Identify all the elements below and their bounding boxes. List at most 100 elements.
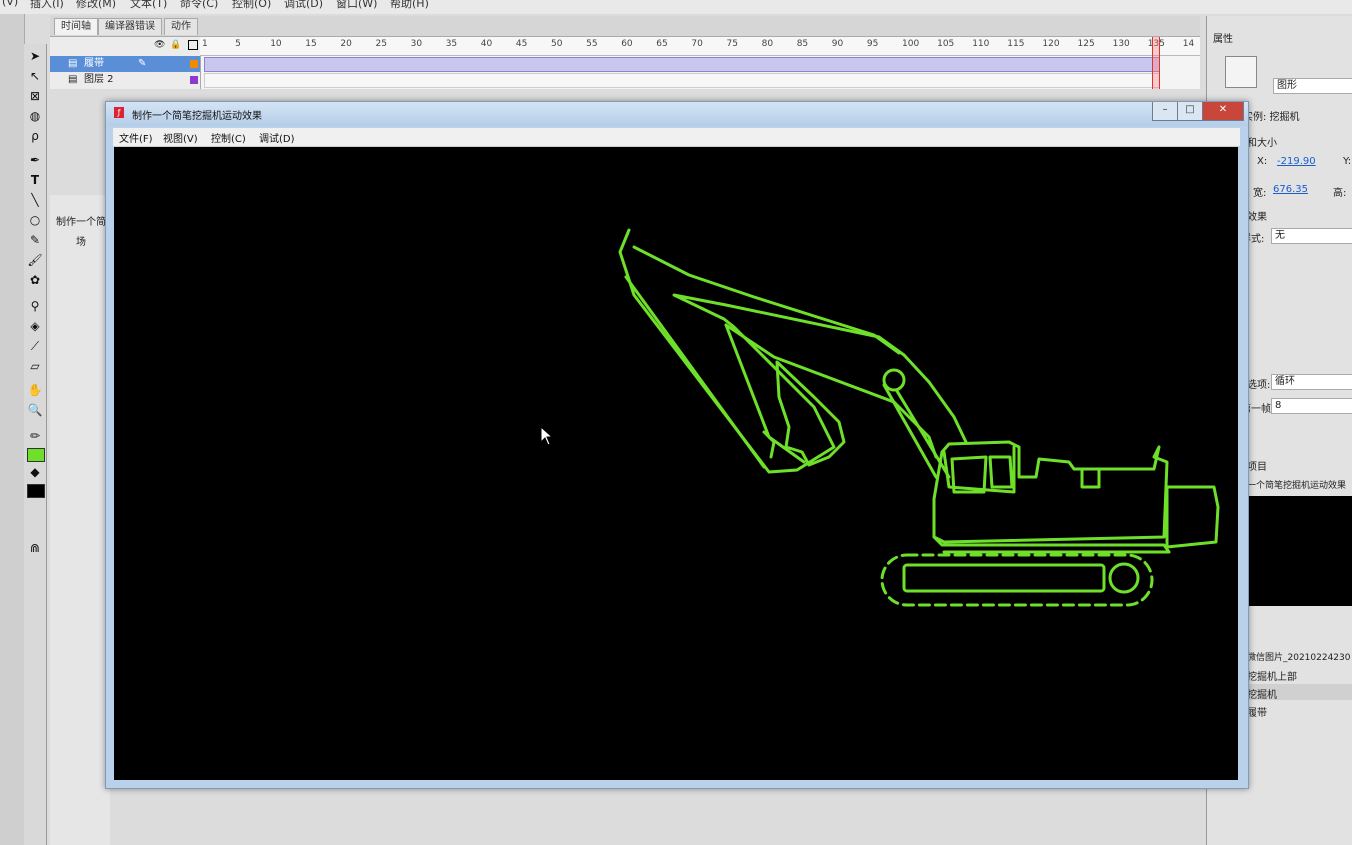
menu-debug[interactable]: 调试(D) xyxy=(284,0,323,11)
tab-actions[interactable]: 动作 xyxy=(164,18,198,35)
library-item[interactable]: 履带 xyxy=(1247,704,1267,719)
height-label: 高: xyxy=(1333,188,1347,199)
playhead[interactable] xyxy=(1152,37,1160,89)
library-preview xyxy=(1247,496,1352,606)
oval-tool-icon[interactable]: ○ xyxy=(26,212,44,228)
ruler-tick-label: 110 xyxy=(972,39,990,49)
player-menubar: 文件(F) 视图(V) 控制(C) 调试(D) xyxy=(113,128,1240,147)
brush-tool-icon[interactable]: 🖌 xyxy=(26,252,44,268)
stroke-color-icon[interactable]: ✏ xyxy=(26,428,44,444)
bone-tool-icon[interactable]: ⚲ xyxy=(26,298,44,314)
layer-name: 履带 xyxy=(84,58,104,69)
symbol-icon xyxy=(1225,56,1257,88)
doc-tab[interactable]: 制作一个简 xyxy=(56,213,106,228)
layer-color-box xyxy=(190,60,198,68)
fill-color-swatch[interactable] xyxy=(27,484,45,498)
layer-row[interactable]: ▤ 图层 2 xyxy=(50,72,200,88)
menu-control[interactable]: 控制(C) xyxy=(211,130,246,145)
x-label: X: xyxy=(1257,156,1268,167)
ruler-tick-label: 25 xyxy=(375,39,387,49)
pencil-tool-icon[interactable]: ✎ xyxy=(26,232,44,248)
eye-icon[interactable]: 👁 xyxy=(154,40,165,50)
loop-option-dropdown[interactable]: 循环 xyxy=(1271,374,1352,390)
ruler-tick-label: 120 xyxy=(1042,39,1060,49)
ruler-tick-label: 125 xyxy=(1077,39,1095,49)
close-button[interactable]: ✕ xyxy=(1202,102,1244,121)
menu-window[interactable]: 窗口(W) xyxy=(336,0,377,11)
frame-ruler: 1 5 10 15 20 25 30 35 40 45 50 55 60 65 70 75 80 85 90 95 10… xyxy=(200,37,1200,56)
first-frame-input[interactable]: 8 xyxy=(1271,398,1352,414)
stroke-color-swatch[interactable] xyxy=(27,448,45,462)
layer-name: 图层 2 xyxy=(84,74,114,85)
ruler-tick-label: 130 xyxy=(1112,39,1130,49)
instance-label: 实例: 挖掘机 xyxy=(1243,112,1300,123)
selection-tool-icon[interactable]: ➤ xyxy=(26,48,44,64)
ruler-tick-label: 55 xyxy=(586,39,598,49)
tab-library[interactable]: 项目 xyxy=(1247,458,1267,473)
eraser-icon[interactable]: ▱ xyxy=(26,358,44,374)
x-value[interactable]: -219.90 xyxy=(1277,156,1316,167)
minimize-button[interactable]: – xyxy=(1152,102,1178,121)
ruler-tick-label: 115 xyxy=(1007,39,1025,49)
layer-list: 👁 🔒 ▤ 履带 ✎ ▤ 图层 2 xyxy=(50,37,201,89)
text-tool-icon[interactable]: T xyxy=(26,172,44,188)
menu-help[interactable]: 帮助(H) xyxy=(390,0,429,11)
player-title: 制作一个简笔挖掘机运动效果 xyxy=(132,111,262,122)
library-doc-dropdown[interactable]: 一个简笔挖掘机运动效果 xyxy=(1247,478,1346,491)
maximize-button[interactable]: □ xyxy=(1177,102,1203,121)
ruler-tick-label: 95 xyxy=(866,39,879,49)
ruler-tick-label: 75 xyxy=(726,39,738,49)
eyedropper-icon[interactable]: ⟋ xyxy=(26,338,44,354)
ruler-tick-label: 70 xyxy=(691,39,703,49)
outline-icon[interactable] xyxy=(188,40,198,50)
loop-option-label: 选项: xyxy=(1247,380,1271,391)
menu-debug[interactable]: 调试(D) xyxy=(259,130,295,145)
tab-properties[interactable]: 属性 xyxy=(1213,30,1233,45)
menu-insert[interactable]: 插入(I) xyxy=(30,0,64,11)
ruler-tick-label: 85 xyxy=(796,39,809,49)
library-item[interactable]: 挖掘机上部 xyxy=(1247,668,1297,683)
lock-icon[interactable]: 🔒 xyxy=(170,40,181,50)
menu-view[interactable]: (V) xyxy=(2,0,18,8)
toolbox: ➤ ↖ ⊠ ◍ ρ ✒ T ╲ ○ ✎ 🖌 ✿ ⚲ ◈ ⟋ ▱ ✋ 🔍 ✏ ◆ … xyxy=(24,44,47,845)
frame-span-layer1[interactable] xyxy=(204,57,1160,72)
subselection-tool-icon[interactable]: ↖ xyxy=(26,68,44,84)
ruler-tick-label: 105 xyxy=(937,39,955,49)
layer-row[interactable]: ▤ 履带 ✎ xyxy=(50,56,200,72)
mouse-cursor-icon xyxy=(540,425,554,446)
hand-tool-icon[interactable]: ✋ xyxy=(26,382,44,398)
paint-bucket-icon[interactable]: ◈ xyxy=(26,318,44,334)
symbol-type-dropdown[interactable]: 图形 xyxy=(1273,78,1352,94)
lasso-icon[interactable]: ρ xyxy=(26,128,44,144)
document-panel: 制作一个简 场 xyxy=(50,195,110,845)
player-titlebar: ƒ 制作一个简笔挖掘机运动效果 – □ ✕ xyxy=(106,102,1248,126)
menu-file[interactable]: 文件(F) xyxy=(119,130,153,145)
3d-rotation-icon[interactable]: ◍ xyxy=(26,108,44,124)
position-size-header: 和大小 xyxy=(1247,138,1277,149)
library-item[interactable]: 挖掘机 xyxy=(1247,686,1277,701)
menu-text[interactable]: 文本(T) xyxy=(130,0,167,11)
pen-tool-icon[interactable]: ✒ xyxy=(26,152,44,168)
deco-tool-icon[interactable]: ✿ xyxy=(26,272,44,288)
free-transform-icon[interactable]: ⊠ xyxy=(26,88,44,104)
excavator-drawing xyxy=(540,228,1220,607)
line-tool-icon[interactable]: ╲ xyxy=(26,192,44,208)
snap-magnet-icon[interactable]: ⋒ xyxy=(26,540,44,556)
ruler-tick-label: 20 xyxy=(340,39,352,49)
frame-span-layer2[interactable] xyxy=(204,73,1160,88)
menu-commands[interactable]: 命令(C) xyxy=(180,0,218,11)
app-menubar: (V) 插入(I) 修改(M) 文本(T) 命令(C) 控制(O) 调试(D) … xyxy=(0,0,1352,14)
zoom-tool-icon[interactable]: 🔍 xyxy=(26,402,44,418)
scene-label[interactable]: 场 xyxy=(76,233,86,248)
width-value[interactable]: 676.35 xyxy=(1273,184,1308,195)
style-dropdown[interactable]: 无 xyxy=(1271,228,1352,244)
library-item[interactable]: 微信图片_20210224230 xyxy=(1247,650,1351,663)
menu-control[interactable]: 控制(O) xyxy=(232,0,271,11)
ruler-tick-label: 1 xyxy=(202,39,208,49)
tab-compiler-errors[interactable]: 编译器错误 xyxy=(98,18,162,35)
tab-timeline[interactable]: 时间轴 xyxy=(54,18,98,35)
menu-modify[interactable]: 修改(M) xyxy=(76,0,116,11)
menu-view[interactable]: 视图(V) xyxy=(163,130,198,145)
flash-icon: ƒ xyxy=(114,107,124,118)
fill-color-icon[interactable]: ◆ xyxy=(26,464,44,480)
